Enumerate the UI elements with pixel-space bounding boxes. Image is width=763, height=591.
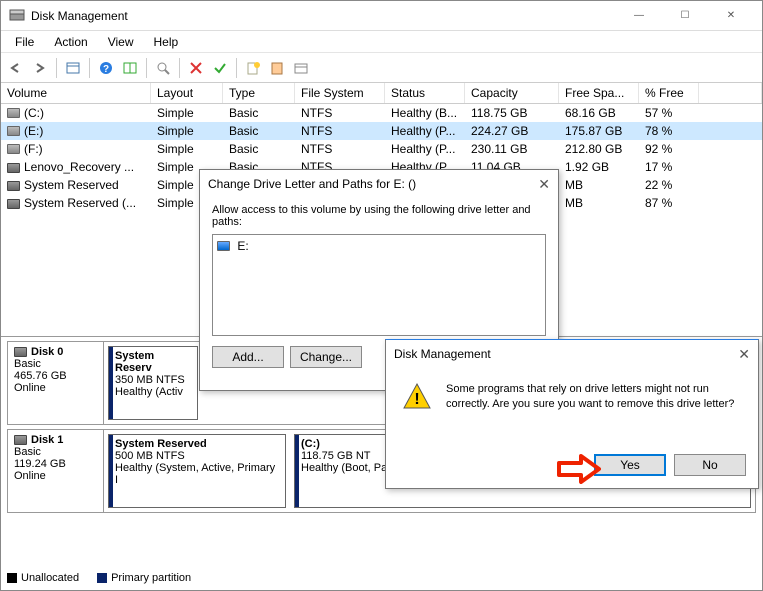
col-type[interactable]: Type <box>223 83 295 103</box>
dialog-prompt: Allow access to this volume by using the… <box>212 204 546 228</box>
legend-unallocated-label: Unallocated <box>21 572 79 584</box>
disk-label: Disk 1Basic119.24 GBOnline <box>8 430 104 512</box>
toolbar: ? <box>1 53 762 83</box>
col-free[interactable]: Free Spa... <box>559 83 639 103</box>
menubar: File Action View Help <box>1 31 762 53</box>
refresh-button[interactable] <box>119 57 141 79</box>
menu-view[interactable]: View <box>98 33 144 51</box>
partition[interactable]: System Reserved500 MB NTFSHealthy (Syste… <box>108 434 286 508</box>
svg-text:?: ? <box>103 64 109 75</box>
disk-icon <box>14 347 27 357</box>
volume-icon <box>7 199 20 209</box>
find-button[interactable] <box>152 57 174 79</box>
forward-button[interactable] <box>29 57 51 79</box>
yes-button[interactable]: Yes <box>594 454 666 476</box>
help-button[interactable]: ? <box>95 57 117 79</box>
delete-button[interactable] <box>185 57 207 79</box>
dialog-close-button[interactable]: ✕ <box>538 176 550 193</box>
close-button[interactable]: ✕ <box>708 1 754 31</box>
drive-icon <box>217 241 230 251</box>
disk-label: Disk 0Basic465.76 GBOnline <box>8 342 104 424</box>
minimize-button[interactable]: — <box>616 1 662 31</box>
confirm-titlebar: Disk Management ✕ <box>386 340 758 368</box>
col-capacity[interactable]: Capacity <box>465 83 559 103</box>
back-button[interactable] <box>5 57 27 79</box>
col-volume[interactable]: Volume <box>1 83 151 103</box>
app-icon <box>9 8 25 24</box>
drive-letter-listbox[interactable]: E: <box>212 234 546 336</box>
dialog-titlebar: Change Drive Letter and Paths for E: () … <box>200 170 558 198</box>
legend-primary-label: Primary partition <box>111 572 191 584</box>
volume-icon <box>7 163 20 173</box>
disk-icon <box>14 435 27 445</box>
confirm-dialog: Disk Management ✕ ! Some programs that r… <box>385 339 759 489</box>
maximize-button[interactable]: ☐ <box>662 1 708 31</box>
view-button[interactable] <box>62 57 84 79</box>
legend-unallocated-swatch <box>7 573 17 583</box>
volume-icon <box>7 108 20 118</box>
dialog-title: Change Drive Letter and Paths for E: () <box>208 177 416 191</box>
confirm-close-button[interactable]: ✕ <box>738 346 750 363</box>
titlebar: Disk Management — ☐ ✕ <box>1 1 762 31</box>
volume-row[interactable]: (C:)SimpleBasicNTFSHealthy (B...118.75 G… <box>1 104 762 122</box>
volume-icon <box>7 181 20 191</box>
volume-row[interactable]: (E:)SimpleBasicNTFSHealthy (P...224.27 G… <box>1 122 762 140</box>
change-button[interactable]: Change... <box>290 346 362 368</box>
col-filesystem[interactable]: File System <box>295 83 385 103</box>
no-button[interactable]: No <box>674 454 746 476</box>
confirm-message: Some programs that rely on drive letters… <box>446 382 742 413</box>
col-layout[interactable]: Layout <box>151 83 223 103</box>
col-status[interactable]: Status <box>385 83 465 103</box>
partition[interactable]: System Reserv350 MB NTFSHealthy (Activ <box>108 346 198 420</box>
menu-help[interactable]: Help <box>144 33 189 51</box>
volume-icon <box>7 144 20 154</box>
new-button[interactable] <box>242 57 264 79</box>
volume-list-header: Volume Layout Type File System Status Ca… <box>1 83 762 104</box>
disk-management-window: Disk Management — ☐ ✕ File Action View H… <box>0 0 763 591</box>
settings-button[interactable] <box>290 57 312 79</box>
legend: Unallocated Primary partition <box>7 572 191 584</box>
check-button[interactable] <box>209 57 231 79</box>
svg-text:!: ! <box>414 391 419 408</box>
add-button[interactable]: Add... <box>212 346 284 368</box>
volume-icon <box>7 126 20 136</box>
window-title: Disk Management <box>31 9 616 23</box>
confirm-title: Disk Management <box>394 347 491 361</box>
menu-file[interactable]: File <box>5 33 44 51</box>
volume-row[interactable]: (F:)SimpleBasicNTFSHealthy (P...230.11 G… <box>1 140 762 158</box>
legend-primary-swatch <box>97 573 107 583</box>
warning-icon: ! <box>402 382 432 413</box>
menu-action[interactable]: Action <box>44 33 97 51</box>
properties-button[interactable] <box>266 57 288 79</box>
drive-letter-item: E: <box>237 239 248 253</box>
col-percent[interactable]: % Free <box>639 83 699 103</box>
